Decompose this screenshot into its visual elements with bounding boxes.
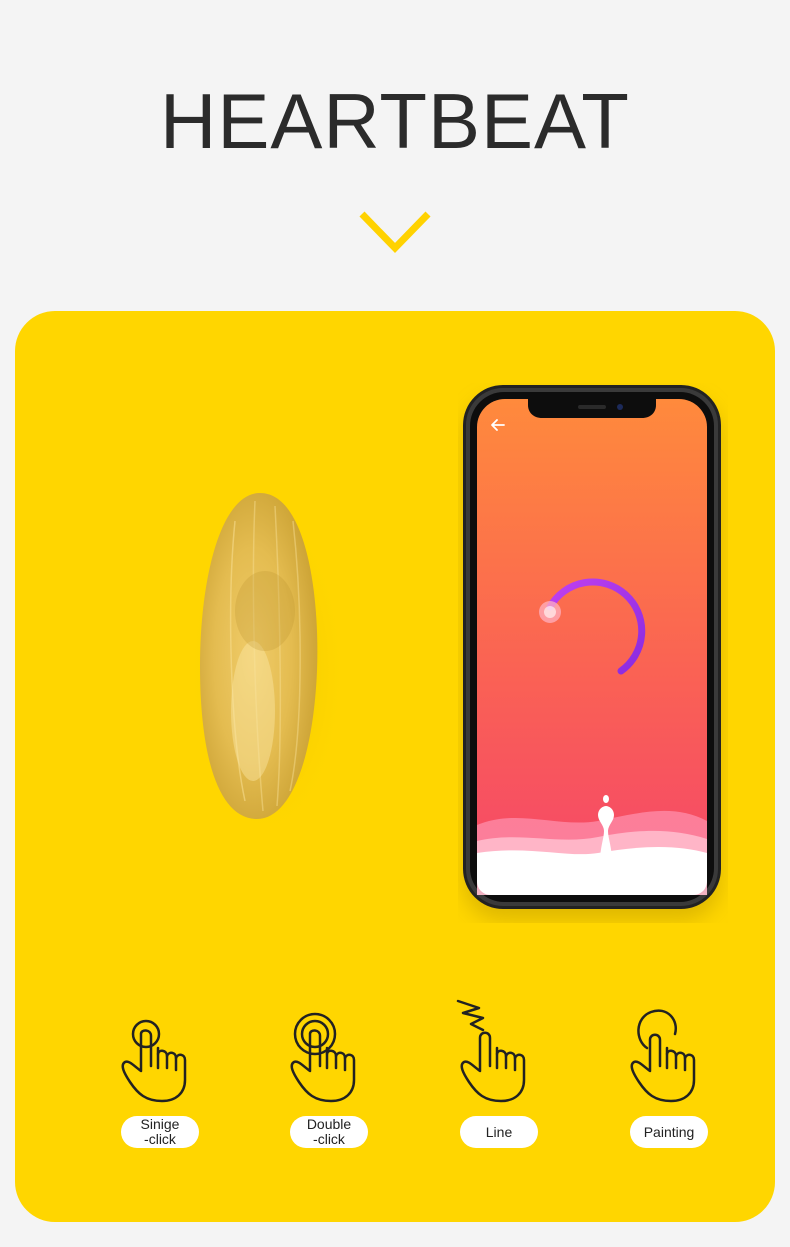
page-title: HEARTBEAT [160, 77, 630, 165]
chevron-down-icon[interactable] [359, 210, 431, 254]
gesture-line[interactable]: Line [439, 996, 559, 1156]
feature-panel: Sinige -click Double -click Line Painting [15, 311, 775, 1222]
product-image [187, 493, 345, 841]
gesture-label: Double -click [290, 1116, 368, 1148]
gesture-double-click[interactable]: Double -click [269, 996, 389, 1156]
gesture-painting[interactable]: Painting [609, 996, 729, 1156]
gesture-label: Sinige -click [121, 1116, 199, 1148]
gesture-single-click[interactable]: Sinige -click [100, 996, 220, 1156]
painting-hand-icon [630, 1009, 696, 1103]
double-click-hand-icon [290, 1012, 356, 1103]
gesture-label: Line [460, 1116, 538, 1148]
line-hand-icon [456, 999, 526, 1103]
phone-mockup [463, 385, 721, 909]
single-click-hand-icon [121, 1019, 187, 1103]
gesture-label: Painting [630, 1116, 708, 1148]
